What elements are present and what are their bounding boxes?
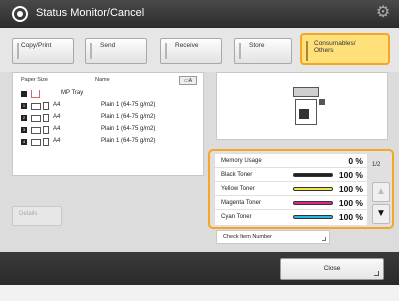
column-name: Name: [95, 77, 110, 83]
corner-arrow-icon: [374, 271, 379, 276]
paper-size: A4: [53, 114, 61, 120]
consumables-list: Memory Usage 0 % Black Toner 100 % Yello…: [215, 154, 367, 225]
paper-source-list: Paper Size Name ▭A MP Tray 1 A4 Plain 1 …: [12, 72, 204, 176]
memory-usage-row: Memory Usage 0 %: [215, 154, 367, 168]
tab-label: Store: [249, 42, 265, 49]
list-item[interactable]: 1 A4 Plain 1 (64-75 g/m2): [13, 101, 203, 112]
cassette-icon: [31, 103, 41, 110]
toner-level-bar: [293, 215, 333, 219]
toner-level-bar: [293, 201, 333, 205]
paper-name: Plain 1 (64-75 g/m2): [101, 114, 156, 120]
paper-icon: [43, 114, 49, 122]
consumables-panel: Memory Usage 0 % Black Toner 100 % Yello…: [208, 149, 394, 229]
row-value: 100 %: [338, 184, 363, 194]
cassette-icon: [31, 139, 41, 146]
close-button[interactable]: Close: [280, 258, 384, 280]
row-label: Memory Usage: [221, 158, 262, 164]
tab-consumables-others[interactable]: Consumables/ Others: [300, 33, 390, 65]
bottom-strip: [0, 285, 399, 301]
row-value: 0 %: [348, 156, 363, 166]
toner-level-bar: [293, 173, 333, 177]
paper-size: MP Tray: [61, 90, 84, 96]
tab-label-line1: Consumables/: [314, 40, 356, 47]
drawer-icon: [21, 91, 27, 97]
magenta-toner-row: Magenta Toner 100 %: [215, 196, 367, 210]
paper-icon: [43, 126, 49, 134]
list-item[interactable]: MP Tray: [13, 89, 203, 100]
toner-level-bar: [293, 187, 333, 191]
tab-send[interactable]: Send: [85, 38, 147, 64]
page-title: Status Monitor/Cancel: [36, 7, 145, 19]
row-label: Yellow Toner: [221, 186, 255, 192]
scroll-up-button[interactable]: ▲: [372, 182, 390, 202]
row-label: Black Toner: [221, 172, 253, 178]
check-item-number-button[interactable]: Check Item Number: [216, 230, 330, 244]
column-paper-size: Paper Size: [21, 77, 48, 83]
row-label: Cyan Toner: [221, 214, 252, 220]
row-value: 100 %: [338, 212, 363, 222]
printer-icon: [293, 87, 325, 127]
status-monitor-icon: [12, 6, 28, 22]
row-value: 100 %: [338, 170, 363, 180]
drawer-number: 4: [21, 139, 27, 145]
drawer-number: 2: [21, 115, 27, 121]
paper-size: A4: [53, 102, 61, 108]
cassette-icon: [31, 127, 41, 134]
drawer-number: 3: [21, 127, 27, 133]
list-item[interactable]: 4 A4 Plain 1 (64-75 g/m2): [13, 137, 203, 148]
paper-name: Plain 1 (64-75 g/m2): [101, 138, 156, 144]
tab-receive[interactable]: Receive: [160, 38, 222, 64]
gear-icon[interactable]: ⚙: [375, 5, 391, 21]
title-bar: Status Monitor/Cancel ⚙: [0, 0, 399, 28]
sort-icon[interactable]: ▭A: [179, 76, 197, 85]
paper-name: Plain 1 (64-75 g/m2): [101, 102, 156, 108]
yellow-toner-row: Yellow Toner 100 %: [215, 182, 367, 196]
row-label: Magenta Toner: [221, 200, 261, 206]
scroll-down-button[interactable]: ▼: [372, 204, 390, 224]
tab-label: Send: [100, 42, 116, 49]
footer-bar: Close: [0, 252, 399, 285]
row-value: 100 %: [338, 198, 363, 208]
paper-size: A4: [53, 126, 61, 132]
paper-name: Plain 1 (64-75 g/m2): [101, 126, 156, 132]
list-item[interactable]: 3 A4 Plain 1 (64-75 g/m2): [13, 125, 203, 136]
details-button[interactable]: Details: [12, 206, 62, 226]
mp-tray-icon: [31, 90, 40, 98]
consumables-pager: 1/2 ▲ ▼: [370, 154, 392, 225]
page-indicator: 1/2: [372, 162, 381, 168]
tab-label: Copy/Print: [21, 42, 52, 49]
printer-status-panel: [216, 72, 388, 140]
paper-size: A4: [53, 138, 61, 144]
paper-icon: [43, 138, 49, 146]
tab-label-line2: Others: [314, 47, 334, 54]
list-item[interactable]: 2 A4 Plain 1 (64-75 g/m2): [13, 113, 203, 124]
paper-icon: [43, 102, 49, 110]
tab-store[interactable]: Store: [234, 38, 292, 64]
tab-copy-print[interactable]: Copy/Print: [12, 38, 74, 64]
cyan-toner-row: Cyan Toner 100 %: [215, 210, 367, 224]
button-label: Close: [323, 265, 341, 272]
list-header: Paper Size Name ▭A: [13, 73, 203, 87]
drawer-number: 1: [21, 103, 27, 109]
tab-bar: Copy/Print Send Receive Store Consumable…: [0, 28, 399, 72]
corner-arrow-icon: [322, 237, 326, 241]
tab-label: Receive: [175, 42, 199, 49]
cassette-icon: [31, 115, 41, 122]
button-label: Check Item Number: [223, 234, 272, 240]
black-toner-row: Black Toner 100 %: [215, 168, 367, 182]
